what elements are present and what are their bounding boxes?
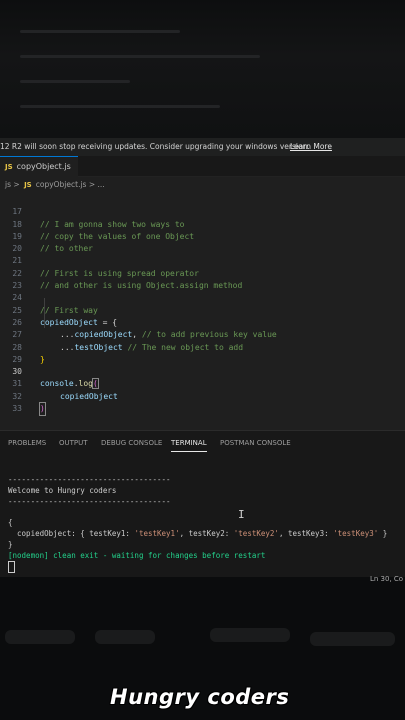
code-comment: // to add previous key value <box>141 330 277 340</box>
status-position[interactable]: Ln 30, Co <box>370 575 403 583</box>
tab-postman-console[interactable]: POSTMAN CONSOLE <box>220 431 291 455</box>
learn-more-link[interactable]: Learn More <box>290 138 332 156</box>
code-punctuation: , <box>132 330 142 340</box>
code-line: 23 <box>0 268 22 290</box>
code-variable: testObject <box>74 342 123 352</box>
text-cursor-icon: I <box>238 508 245 521</box>
blurred-background-top <box>0 0 405 138</box>
terminal-text: , testKey2: <box>179 529 234 538</box>
javascript-file-icon: JS <box>24 181 32 189</box>
javascript-file-icon: JS <box>5 163 13 171</box>
terminal-text: , testKey3: <box>278 529 334 538</box>
code-line: 21 // First is using spread operator <box>0 243 199 277</box>
tab-output[interactable]: OUTPUT <box>59 431 88 455</box>
blurred-line <box>20 55 260 58</box>
banner-message: 12 R2 will soon stop receiving updates. … <box>0 142 310 151</box>
code-line: 28 } <box>0 329 44 364</box>
watermark-text: Hungry coders <box>110 685 290 709</box>
code-comment: // The new object to add <box>122 342 244 352</box>
code-line: 24 // First way <box>0 280 97 314</box>
tab-debug-console[interactable]: DEBUG CONSOLE <box>101 431 162 455</box>
terminal-cursor <box>8 561 15 573</box>
terminal-text: copiedObject: { testKey1: <box>8 529 135 538</box>
code-line: 20 <box>0 231 22 253</box>
breadcrumb-root[interactable]: js <box>5 180 11 189</box>
code-line: 19 // to other <box>0 219 93 253</box>
code-line: 22 // and other is using Object.assign m… <box>0 256 242 290</box>
tab-terminal[interactable]: TERMINAL <box>171 431 207 455</box>
code-line: 29 <box>0 342 22 364</box>
blurred-shape <box>95 630 155 644</box>
panel-tab-bar: PROBLEMS OUTPUT DEBUG CONSOLE TERMINAL P… <box>0 430 405 455</box>
blurred-line <box>20 80 130 83</box>
tab-copyobject-js[interactable]: JS copyObject.js <box>0 156 78 177</box>
blurred-shape <box>5 630 75 644</box>
code-line: 26 ...copiedObject, // to add previous k… <box>0 305 276 339</box>
code-line: 17 // I am gonna show two ways to <box>0 194 184 228</box>
code-line: 32 ) <box>0 379 46 417</box>
code-variable: copiedObject <box>60 391 118 401</box>
code-punctuation: = { <box>97 317 118 327</box>
code-comment: // First way <box>40 305 98 315</box>
code-function: log <box>78 379 93 389</box>
code-spread: ... <box>60 330 75 340</box>
breadcrumb-file[interactable]: copyObject.js <box>36 180 87 189</box>
terminal-string: 'testKey2' <box>233 529 279 538</box>
terminal-text: } <box>378 529 388 538</box>
code-variable: copiedObject <box>74 330 133 340</box>
code-paren: ) <box>39 402 46 417</box>
code-line: 27 ...testObject // The new object to ad… <box>0 317 243 351</box>
code-paren: ( <box>92 378 99 390</box>
code-comment: // I am gonna show two ways to <box>40 219 185 229</box>
code-line: 31 copiedObject <box>0 366 117 400</box>
update-banner: 12 R2 will soon stop receiving updates. … <box>0 138 405 156</box>
blurred-shape <box>310 632 395 646</box>
terminal-string: 'testKey1' <box>134 529 180 538</box>
terminal-nodemon-message: [nodemon] clean exit - waiting for chang… <box>8 551 266 560</box>
code-line: 33 <box>0 391 22 413</box>
code-comment: // First is using spread operator <box>40 268 199 278</box>
code-line: 25 copiedObject = { <box>0 292 117 327</box>
tab-problems[interactable]: PROBLEMS <box>8 431 46 455</box>
terminal-separator: ------------------------------------ <box>8 497 171 506</box>
code-variable: copiedObject <box>40 317 98 327</box>
code-comment: // and other is using Object.assign meth… <box>40 281 243 291</box>
code-editor[interactable]: 17 // I am gonna show two ways to 18 // … <box>0 193 405 430</box>
blurred-shape <box>210 628 290 642</box>
line-number: 33 <box>12 404 22 414</box>
code-line: 30 console.log( <box>0 354 99 390</box>
tab-label: copyObject.js <box>16 162 71 171</box>
terminal-string: 'testKey3' <box>333 529 379 538</box>
terminal-output[interactable]: ------------------------------------ Wel… <box>0 454 405 577</box>
editor-tab-bar: JS copyObject.js <box>0 156 405 177</box>
blurred-line <box>20 30 180 33</box>
code-comment: // to other <box>40 244 93 254</box>
code-object: console <box>40 379 74 389</box>
blurred-line <box>20 105 220 108</box>
breadcrumb-more[interactable]: > ... <box>89 180 105 189</box>
terminal-object-output: copiedObject: { testKey1: 'testKey1', te… <box>8 528 387 540</box>
code-spread: ... <box>60 342 75 352</box>
breadcrumb-separator: > <box>13 180 20 189</box>
code-brace: } <box>40 354 45 364</box>
code-comment: // copy the values of one Object <box>40 231 195 241</box>
breadcrumb: js > JS copyObject.js > ... <box>0 177 405 193</box>
code-line: 18 // copy the values of one Object <box>0 206 194 241</box>
